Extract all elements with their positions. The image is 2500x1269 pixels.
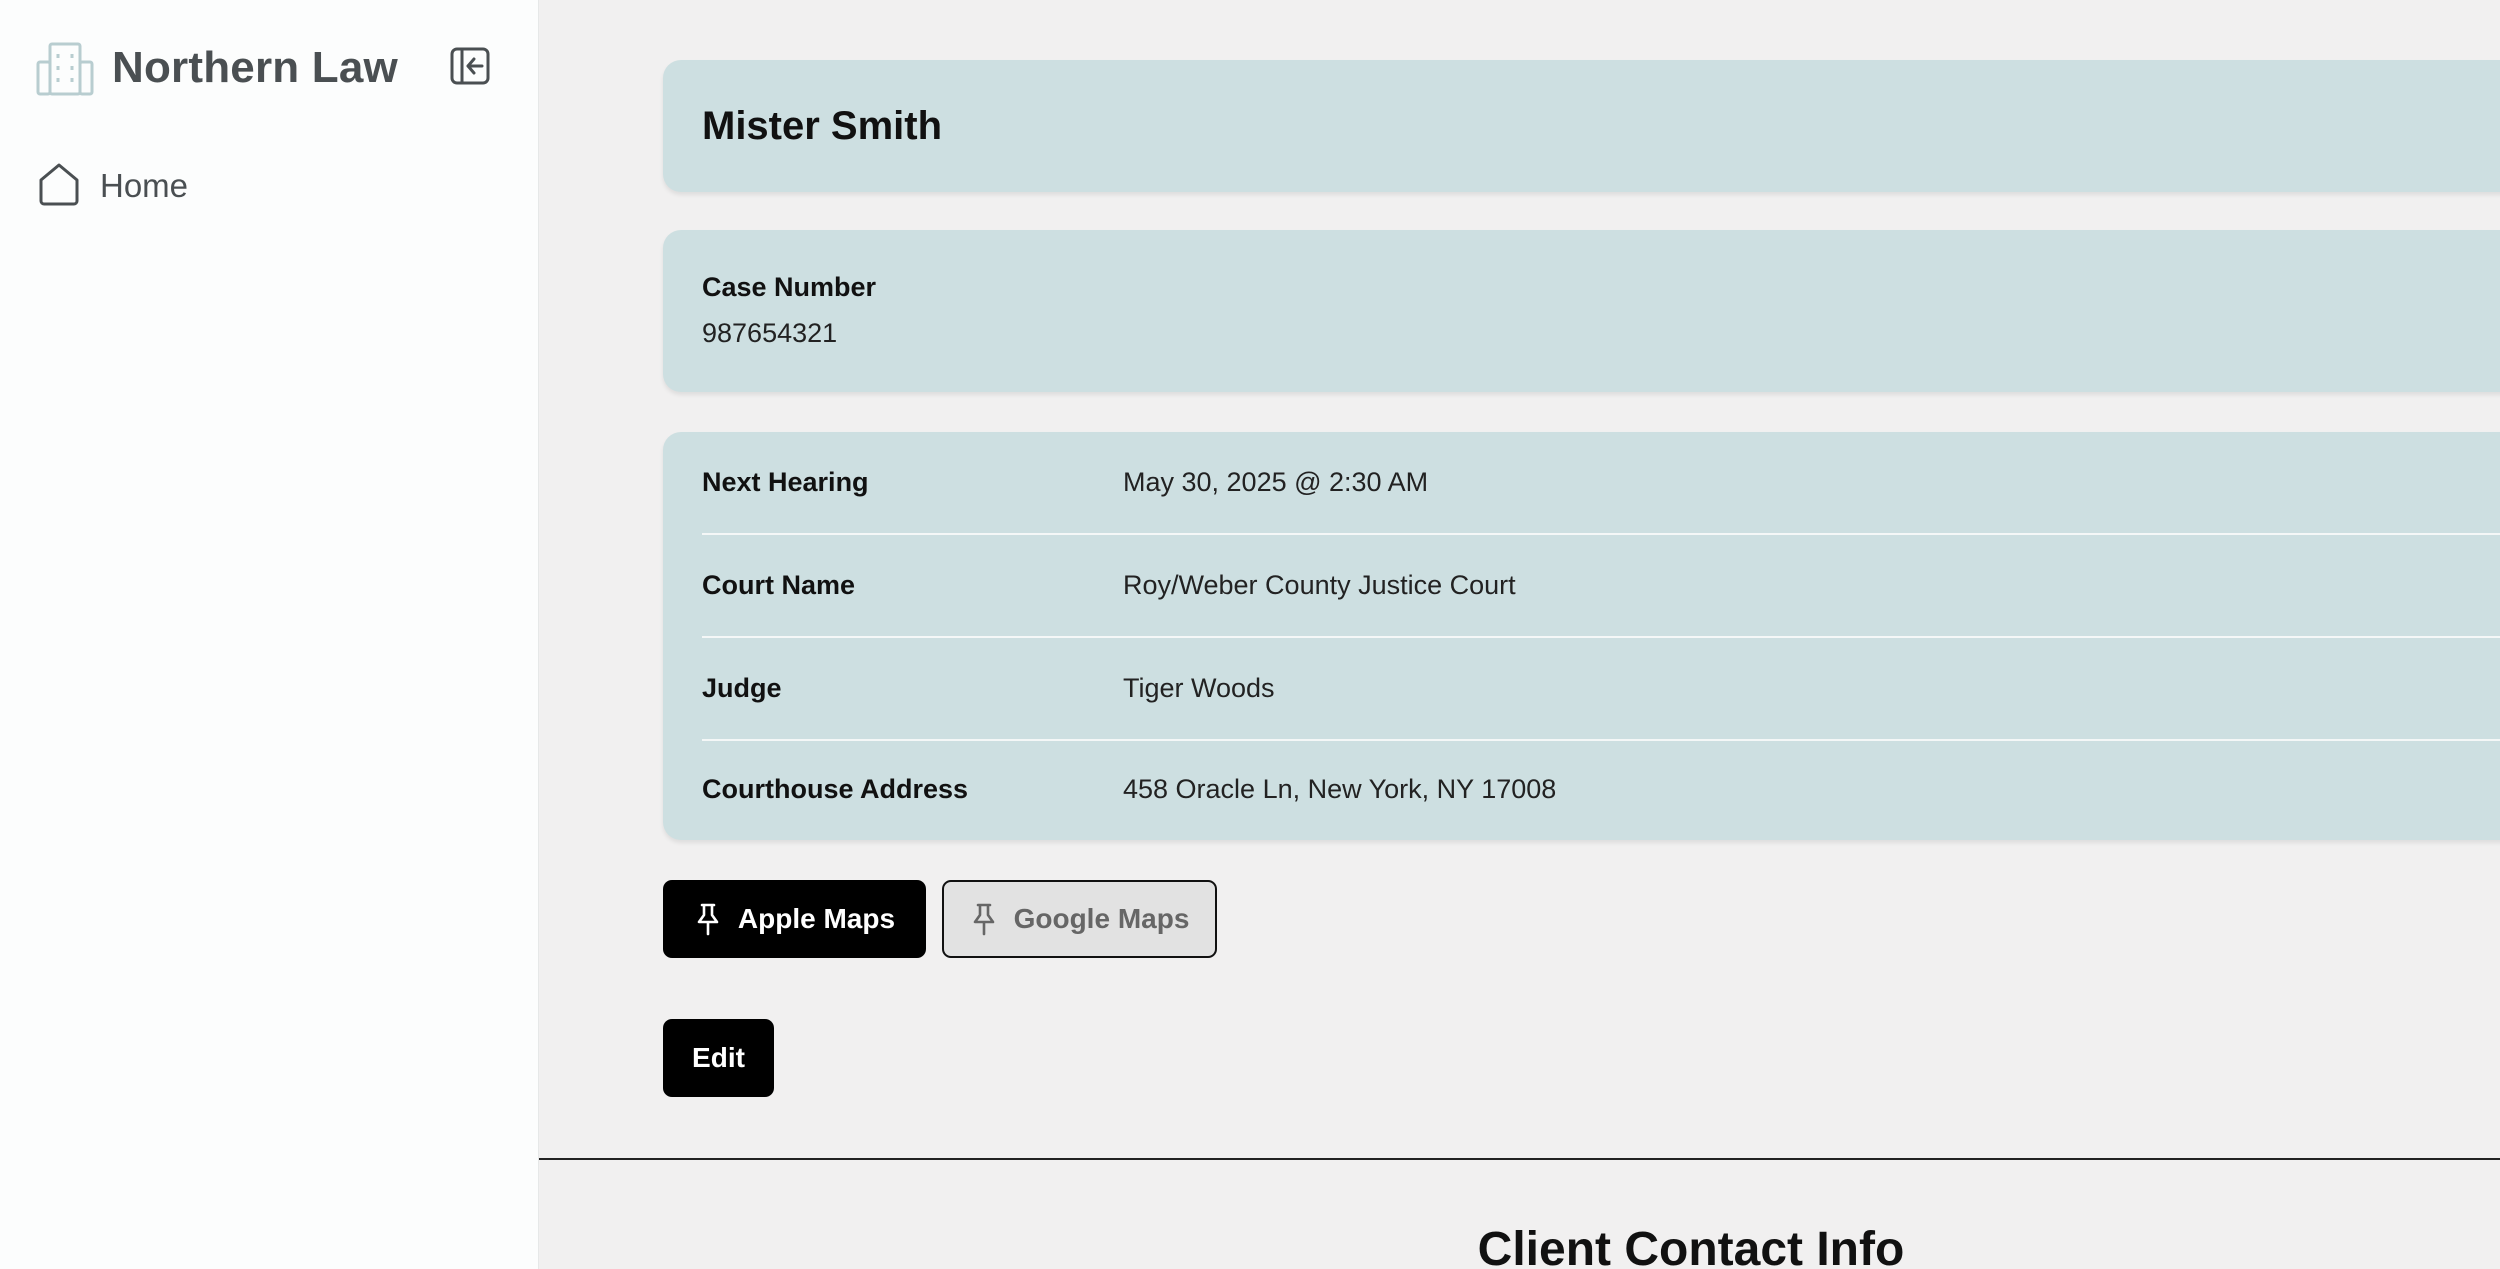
- pin-icon: [694, 902, 722, 936]
- case-number-label: Case Number: [702, 272, 877, 302]
- client-name: Mister Smith: [702, 104, 943, 148]
- building-icon: [36, 40, 94, 96]
- app-root: Northern Law Home Mister Smith Case Numb…: [0, 0, 2500, 1269]
- edit-button[interactable]: Edit: [663, 1019, 774, 1097]
- collapse-sidebar-icon: [450, 47, 490, 90]
- detail-label: Judge: [702, 673, 782, 703]
- detail-label: Court Name: [702, 570, 856, 600]
- google-maps-button[interactable]: Google Maps: [942, 880, 1217, 958]
- sidebar-item-home[interactable]: Home: [38, 160, 188, 212]
- sidebar-item-label: Home: [100, 167, 189, 204]
- detail-value: 458 Oracle Ln, New York, NY 17008: [1123, 774, 1557, 804]
- google-maps-label: Google Maps: [1013, 903, 1190, 934]
- section-divider: [539, 1158, 2500, 1160]
- hearing-details-card: Next Hearing May 30, 2025 @ 2:30 AM Cour…: [663, 432, 2500, 840]
- case-number-card: Case Number 987654321: [663, 230, 2500, 392]
- detail-value: Roy/Weber County Justice Court: [1123, 570, 1516, 600]
- detail-value: May 30, 2025 @ 2:30 AM: [1123, 467, 1429, 497]
- collapse-sidebar-button[interactable]: [448, 46, 492, 90]
- brand-name: Northern Law: [112, 43, 398, 92]
- home-icon: [38, 162, 80, 211]
- detail-row-courthouse-address: Courthouse Address 458 Oracle Ln, New Yo…: [702, 738, 2500, 841]
- apple-maps-button[interactable]: Apple Maps: [663, 880, 926, 958]
- brand[interactable]: Northern Law: [36, 38, 398, 98]
- detail-row-court-name: Court Name Roy/Weber County Justice Cour…: [702, 535, 2500, 638]
- detail-row-next-hearing: Next Hearing May 30, 2025 @ 2:30 AM: [702, 432, 2500, 535]
- apple-maps-label: Apple Maps: [737, 903, 896, 934]
- client-header-card: Mister Smith: [663, 60, 2500, 192]
- case-number-value: 987654321: [702, 318, 838, 348]
- detail-label: Courthouse Address: [702, 774, 969, 804]
- detail-label: Next Hearing: [702, 467, 869, 497]
- client-contact-section-title: Client Contact Info: [1477, 1223, 1905, 1269]
- sidebar: Northern Law Home: [0, 0, 539, 1269]
- pin-icon: [970, 902, 998, 936]
- detail-row-judge: Judge Tiger Woods: [702, 638, 2500, 741]
- detail-value: Tiger Woods: [1123, 673, 1275, 703]
- main-content: Mister Smith Case Number 987654321 Next …: [539, 0, 2500, 1269]
